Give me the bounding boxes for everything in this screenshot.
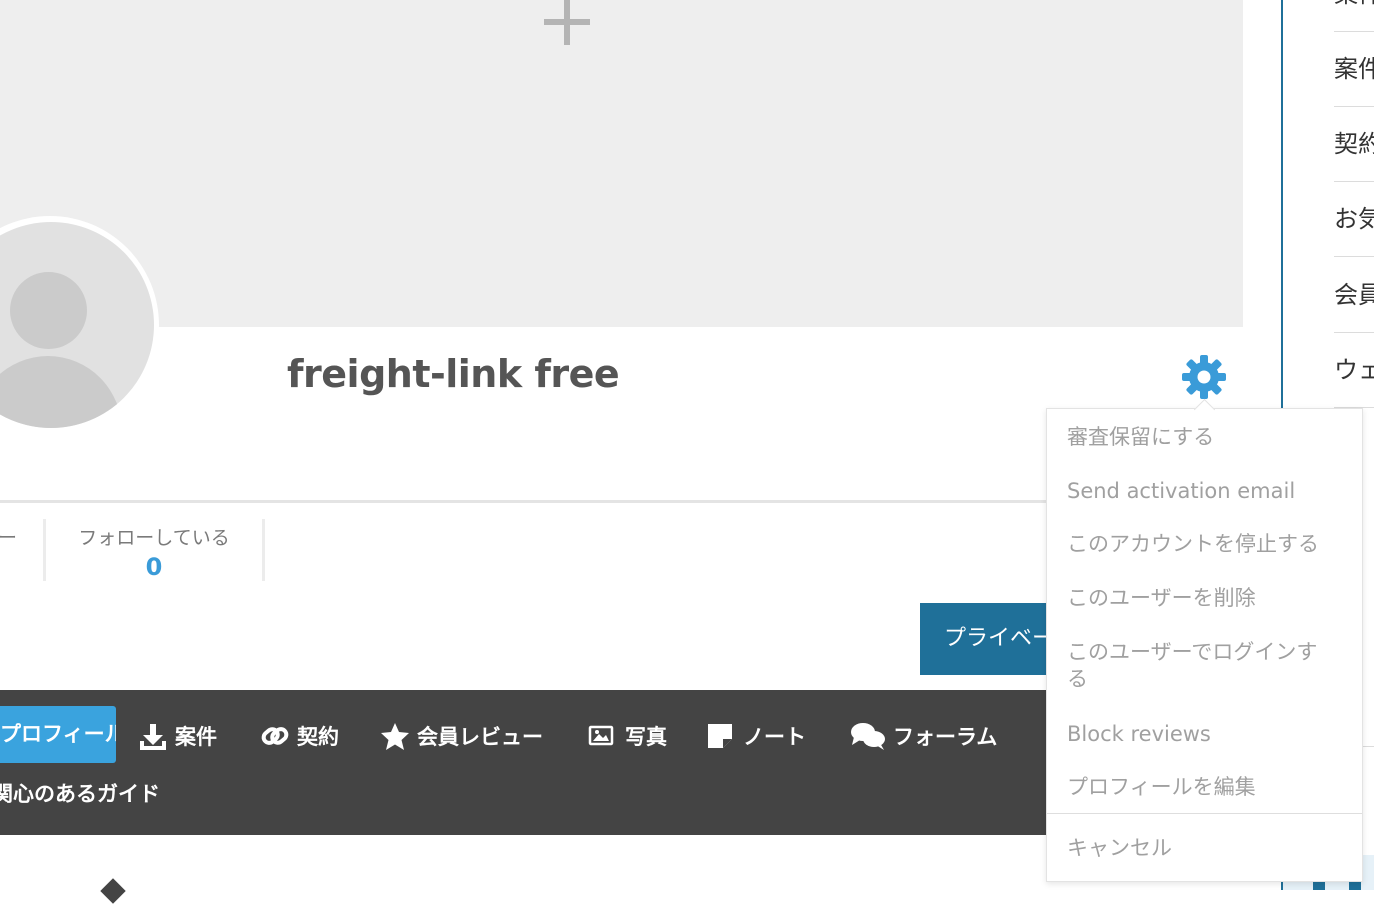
- tab-notes[interactable]: ノート: [706, 716, 806, 756]
- tab-reviews-label: 会員レビュー: [417, 725, 543, 749]
- tab-contracts-label: 契約: [297, 725, 339, 749]
- tab-photos[interactable]: 写真: [588, 716, 667, 756]
- cover-photo[interactable]: [0, 0, 1243, 327]
- image-icon: [588, 725, 614, 746]
- stat-followers[interactable]: ー: [0, 519, 46, 581]
- sidebar-item[interactable]: 案件: [1334, 0, 1374, 32]
- star-icon: [381, 723, 409, 750]
- sidebar-item[interactable]: 契約: [1334, 107, 1374, 182]
- sidebar-item[interactable]: ウェ: [1334, 333, 1374, 408]
- stat-following-count: 0: [145, 553, 163, 581]
- settings-dropdown: 審査保留にする Send activation email このアカウントを停止…: [1046, 408, 1363, 882]
- avatar-head-icon: [10, 272, 87, 349]
- stat-following-label: フォローしている: [78, 527, 230, 549]
- sidebar-footer-mark: [1313, 881, 1325, 890]
- menu-item-block-reviews[interactable]: Block reviews: [1067, 721, 1337, 748]
- menu-item-suspend[interactable]: このアカウントを停止する: [1067, 531, 1337, 558]
- sidebar-item[interactable]: 案件: [1334, 32, 1374, 107]
- add-cover-icon[interactable]: [544, 0, 591, 46]
- tab-jobs[interactable]: 案件: [138, 716, 217, 756]
- sidebar-item[interactable]: お気: [1334, 182, 1374, 257]
- sidebar-item[interactable]: 会員: [1334, 258, 1374, 333]
- profile-name: freight-link free: [287, 352, 620, 396]
- menu-item-pending-review[interactable]: 審査保留にする: [1067, 424, 1337, 451]
- stat-following[interactable]: フォローしている 0: [46, 519, 265, 581]
- menu-divider: [1047, 813, 1362, 814]
- gear-icon[interactable]: [1179, 352, 1229, 402]
- content-marker-icon: [100, 878, 126, 904]
- menu-item-edit-profile[interactable]: プロフィールを編集: [1067, 774, 1337, 801]
- comments-icon: [851, 723, 885, 750]
- menu-item-cancel[interactable]: キャンセル: [1067, 835, 1337, 862]
- tab-forum-label: フォーラム: [893, 725, 998, 749]
- link-icon: [261, 727, 289, 745]
- note-icon: [708, 724, 732, 748]
- sidebar-footer-mark: [1349, 881, 1361, 890]
- tab-forum[interactable]: フォーラム: [850, 716, 997, 756]
- tab-contracts[interactable]: 契約: [260, 716, 339, 756]
- tab-jobs-label: 案件: [175, 725, 217, 749]
- download-icon: [140, 724, 166, 750]
- tab-guide[interactable]: 関心のあるガイド: [0, 778, 160, 808]
- avatar-body-icon: [0, 356, 122, 428]
- tab-notes-label: ノート: [743, 725, 806, 749]
- menu-item-login-as[interactable]: このユーザーでログインする: [1067, 639, 1337, 693]
- tab-photos-label: 写真: [625, 725, 667, 749]
- menu-item-send-activation[interactable]: Send activation email: [1067, 478, 1337, 505]
- menu-item-delete-user[interactable]: このユーザーを削除: [1067, 585, 1337, 612]
- tab-profile[interactable]: プロフィール: [0, 706, 116, 763]
- tab-reviews[interactable]: 会員レビュー: [380, 716, 543, 756]
- stat-followers-label: ー: [0, 527, 17, 549]
